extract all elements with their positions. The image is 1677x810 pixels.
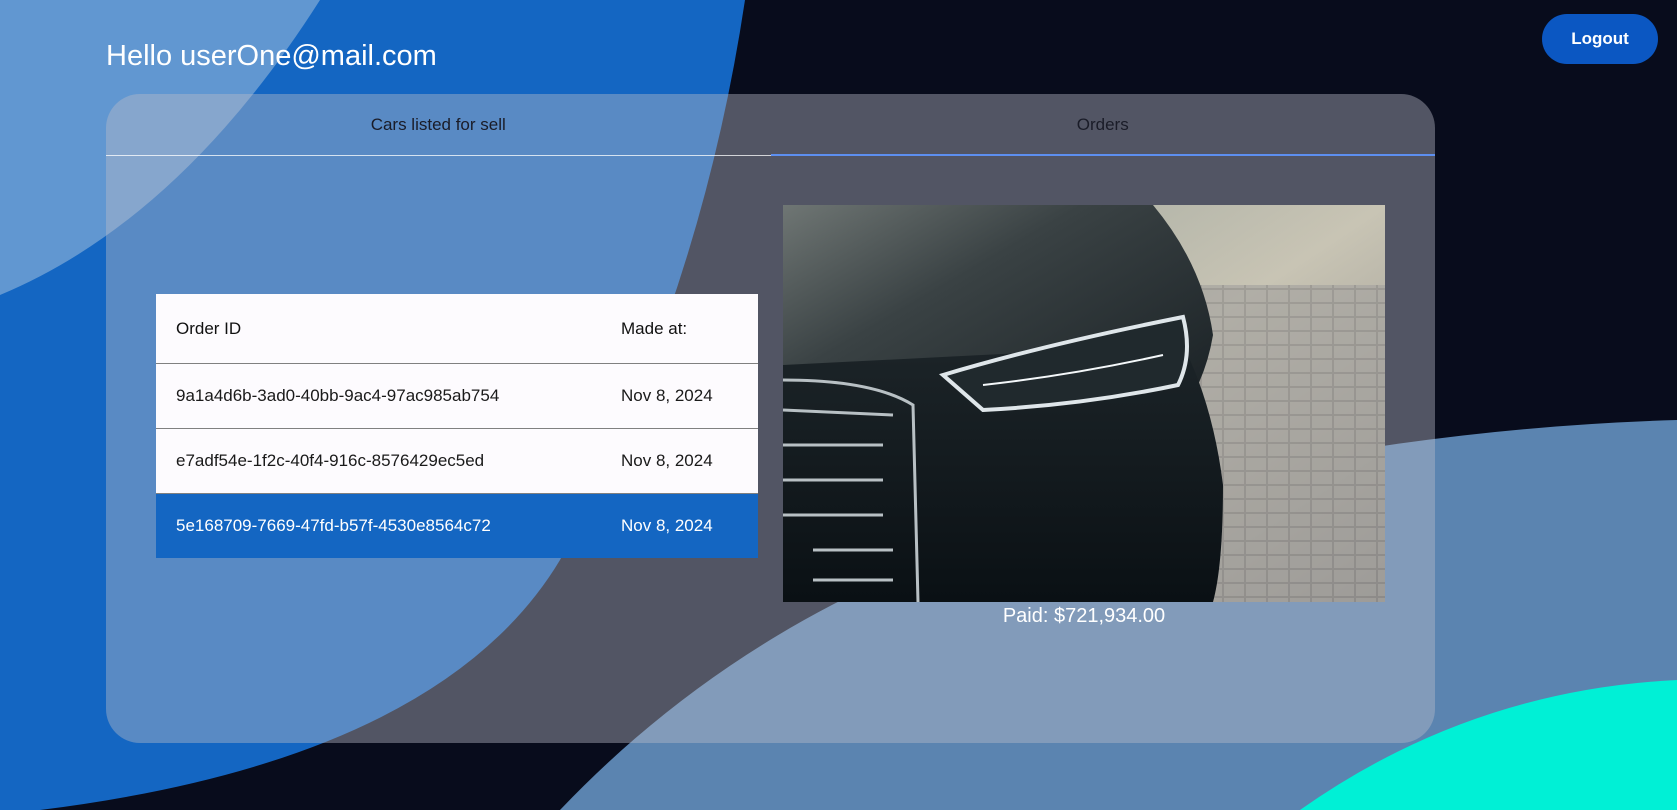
column-header-order-id: Order ID	[156, 294, 601, 364]
column-header-made-at: Made at:	[601, 294, 758, 364]
page: Hello userOne@mail.com Logout Cars liste…	[0, 0, 1677, 810]
order-id-cell: 5e168709-7669-47fd-b57f-4530e8564c72	[156, 493, 601, 558]
car-photo	[783, 205, 1385, 602]
tab-bar: Cars listed for sell Orders	[106, 94, 1435, 156]
table-header-row: Order ID Made at:	[156, 294, 758, 364]
order-id-cell: e7adf54e-1f2c-40f4-916c-8576429ec5ed	[156, 428, 601, 494]
paid-amount: Paid: $721,934.00	[1002, 605, 1166, 627]
greeting-heading: Hello userOne@mail.com	[106, 40, 437, 72]
table-row[interactable]: e7adf54e-1f2c-40f4-916c-8576429ec5ed Nov…	[156, 428, 758, 494]
made-at-cell: Nov 8, 2024	[601, 428, 758, 494]
dashboard-card: Cars listed for sell Orders Order ID Mad…	[106, 94, 1435, 743]
orders-table: Order ID Made at: 9a1a4d6b-3ad0-40bb-9ac…	[156, 294, 758, 558]
made-at-cell: Nov 8, 2024	[601, 493, 758, 558]
car-photo-illustration	[783, 205, 1385, 602]
tab-cars-listed[interactable]: Cars listed for sell	[106, 94, 771, 155]
order-id-cell: 9a1a4d6b-3ad0-40bb-9ac4-97ac985ab754	[156, 363, 601, 429]
tab-orders[interactable]: Orders	[770, 94, 1436, 156]
table-row-selected[interactable]: 5e168709-7669-47fd-b57f-4530e8564c72 Nov…	[156, 493, 758, 558]
made-at-cell: Nov 8, 2024	[601, 363, 758, 429]
table-row[interactable]: 9a1a4d6b-3ad0-40bb-9ac4-97ac985ab754 Nov…	[156, 363, 758, 429]
logout-button[interactable]: Logout	[1542, 14, 1658, 64]
